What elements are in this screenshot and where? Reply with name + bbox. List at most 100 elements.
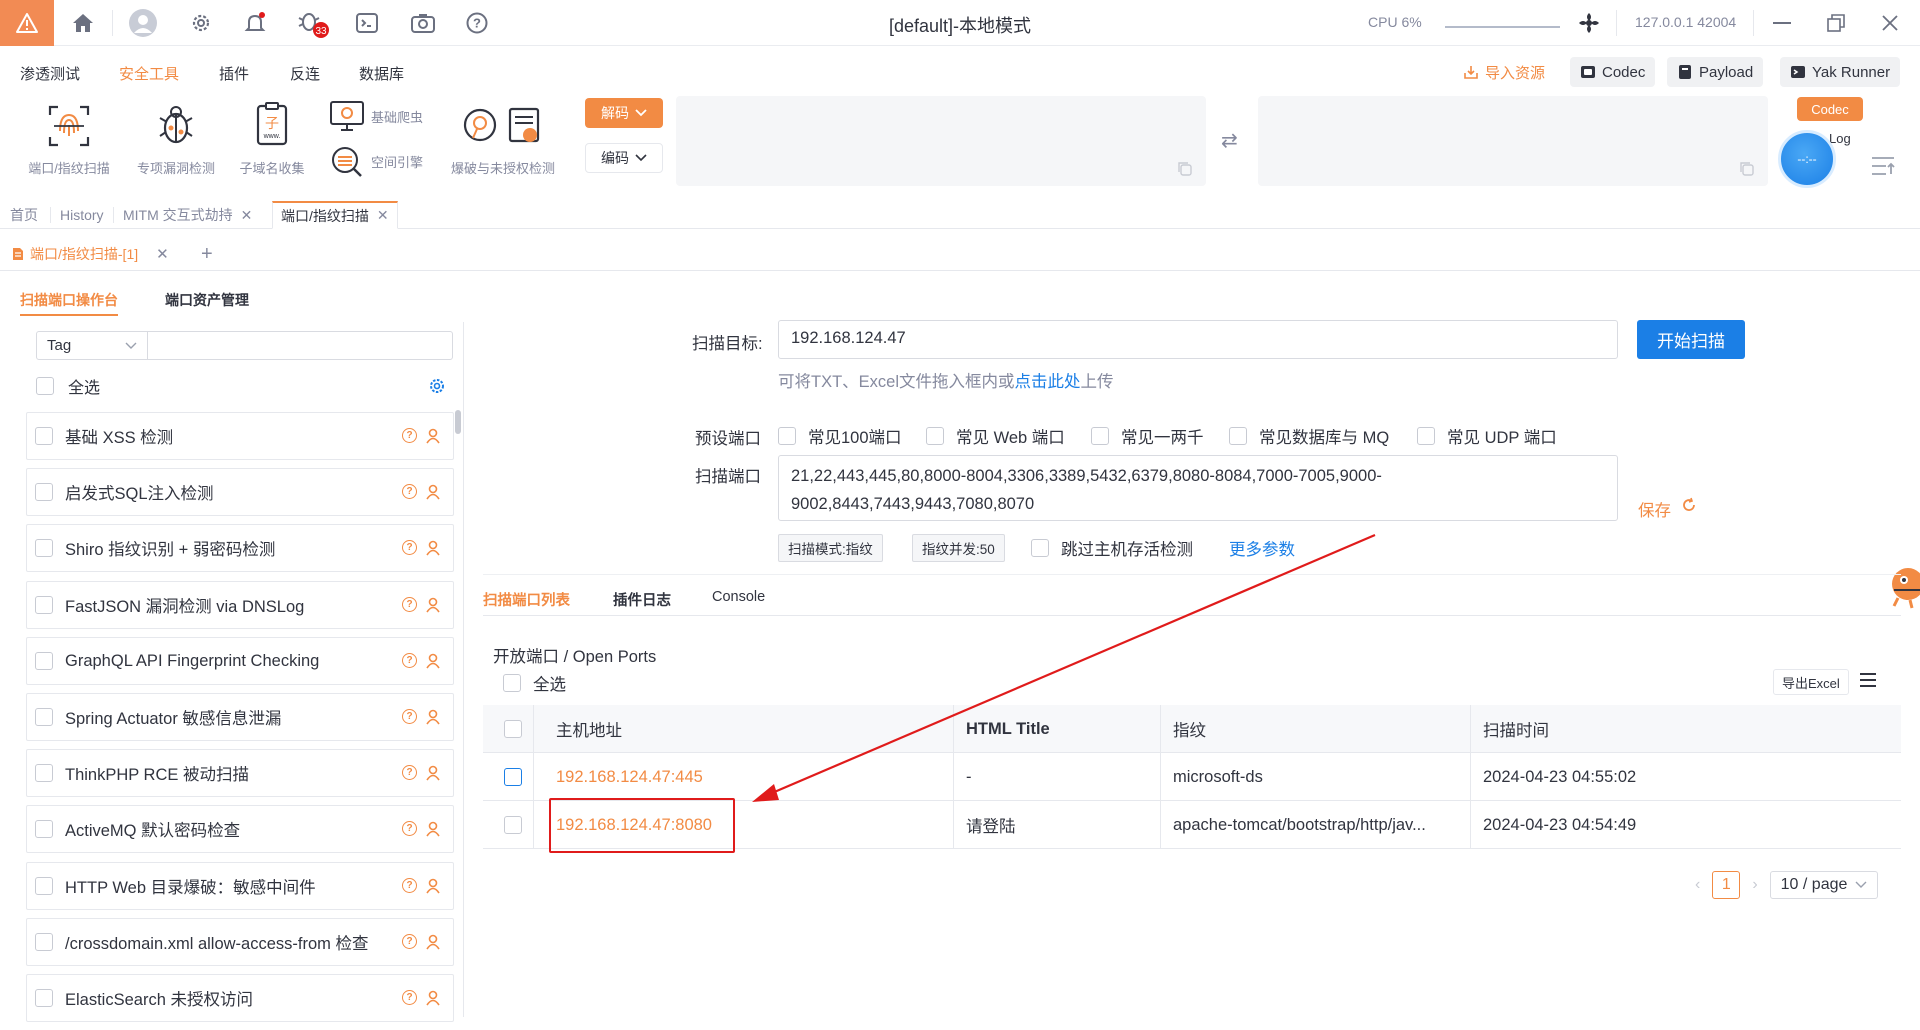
plugin-item[interactable]: Shiro 指纹识别 + 弱密码检测?	[26, 524, 454, 572]
help-icon[interactable]: ?	[402, 540, 417, 555]
payload-button[interactable]: Payload	[1667, 57, 1764, 87]
next-page-icon[interactable]: ›	[1752, 876, 1757, 894]
codec-input-area[interactable]	[676, 96, 1206, 186]
tab-home[interactable]: 首页	[8, 201, 40, 229]
tool-vuln-detect[interactable]: 专项漏洞检测	[126, 98, 226, 177]
checkbox[interactable]	[35, 596, 53, 614]
collapse-list-icon[interactable]	[1870, 155, 1896, 177]
menu-reverse[interactable]: 反连	[290, 63, 320, 84]
cell-host[interactable]: 192.168.124.47:445	[533, 753, 953, 801]
tab-port-scan[interactable]: 端口/指纹扫描 ✕	[272, 201, 398, 229]
copy-icon[interactable]	[1740, 162, 1754, 176]
plugin-item[interactable]: GraphQL API Fingerprint Checking?	[26, 637, 454, 685]
checkbox[interactable]	[35, 427, 53, 445]
tab-mitm[interactable]: MITM 交互式劫持 ✕	[121, 201, 254, 229]
user-icon[interactable]	[425, 709, 441, 725]
help-icon[interactable]: ?	[402, 428, 417, 443]
help-icon[interactable]: ?	[402, 990, 417, 1005]
preset-db-mq[interactable]: 常见数据库与 MQ	[1229, 424, 1389, 448]
user-icon[interactable]	[425, 653, 441, 669]
checkbox[interactable]	[1091, 427, 1109, 445]
close-icon[interactable]: ✕	[241, 207, 253, 224]
col-fingerprint[interactable]: 指纹	[1160, 705, 1470, 753]
checkbox[interactable]	[1417, 427, 1435, 445]
tab-console[interactable]: Console	[712, 589, 765, 605]
start-scan-button[interactable]: 开始扫描	[1637, 320, 1745, 359]
menu-database[interactable]: 数据库	[359, 63, 404, 84]
checkbox[interactable]	[35, 989, 53, 1007]
preset-top100[interactable]: 常见100端口	[778, 424, 902, 448]
refresh-icon[interactable]	[1681, 497, 1697, 513]
user-icon[interactable]	[425, 428, 441, 444]
checkbox[interactable]	[35, 652, 53, 670]
help-icon[interactable]: ?	[402, 653, 417, 668]
menu-security-tools[interactable]: 安全工具	[119, 63, 179, 84]
floating-status-ball[interactable]: --:--	[1778, 130, 1836, 188]
plugin-item[interactable]: HTTP Web 目录爆破：敏感中间件?	[26, 862, 454, 910]
page-number[interactable]: 1	[1712, 871, 1741, 899]
plugin-item[interactable]: FastJSON 漏洞检测 via DNSLog?	[26, 581, 454, 629]
sub-tab-port-scan-1[interactable]: 端口/指纹扫描-[1] ✕	[12, 237, 169, 271]
tab-port-list[interactable]: 扫描端口列表	[483, 589, 570, 610]
decode-dropdown[interactable]: 解码	[585, 98, 663, 128]
restore-icon[interactable]	[1812, 0, 1860, 46]
upload-link[interactable]: 点击此处	[1015, 373, 1081, 391]
encode-dropdown[interactable]: 编码	[585, 143, 663, 173]
checkbox[interactable]	[35, 483, 53, 501]
page-size-select[interactable]: 10 / page	[1769, 871, 1879, 899]
concurrency-tag[interactable]: 指纹并发:50	[912, 534, 1005, 562]
scan-ports-input[interactable]: 21,22,443,445,80,8000-8004,3306,3389,543…	[778, 455, 1618, 521]
gear-icon[interactable]	[428, 377, 446, 395]
checkbox[interactable]	[35, 539, 53, 557]
preset-udp[interactable]: 常见 UDP 端口	[1417, 424, 1557, 448]
tag-select[interactable]: Tag	[36, 331, 148, 360]
swap-icon[interactable]: ⇄	[1221, 128, 1238, 153]
scrollbar[interactable]	[455, 410, 461, 434]
row-checkbox-cell[interactable]	[504, 801, 522, 849]
tool-space-engine[interactable]: 空间引擎	[329, 145, 423, 177]
checkbox[interactable]	[504, 720, 522, 738]
menu-plugins[interactable]: 插件	[219, 63, 249, 84]
close-icon[interactable]	[1866, 0, 1914, 46]
user-icon[interactable]	[425, 765, 441, 781]
row-checkbox-cell[interactable]	[504, 753, 522, 801]
user-icon[interactable]	[425, 597, 441, 613]
minimize-icon[interactable]	[1758, 0, 1806, 46]
plugin-item[interactable]: /crossdomain.xml allow-access-from 检查?	[26, 918, 454, 966]
plugin-item[interactable]: ThinkPHP RCE 被动扫描?	[26, 749, 454, 797]
checkbox[interactable]	[35, 764, 53, 782]
engine-icon[interactable]	[1565, 0, 1613, 46]
plugin-item[interactable]: 基础 XSS 检测?	[26, 412, 454, 460]
checkbox[interactable]	[1229, 427, 1247, 445]
help-icon[interactable]: ?	[402, 821, 417, 836]
close-icon[interactable]: ✕	[156, 245, 169, 263]
header-checkbox-cell[interactable]	[504, 705, 522, 753]
checkbox[interactable]	[504, 768, 522, 786]
yak-runner-button[interactable]: Yak Runner	[1780, 57, 1901, 87]
more-params-link[interactable]: 更多参数	[1229, 536, 1295, 560]
col-html-title[interactable]: HTML Title	[953, 705, 1160, 753]
user-icon[interactable]	[425, 821, 441, 837]
help-icon[interactable]: ?	[402, 484, 417, 499]
menu-icon[interactable]	[1859, 672, 1877, 688]
select-all-results[interactable]: 全选	[503, 671, 566, 695]
tag-search-input[interactable]	[147, 331, 453, 360]
scan-target-input[interactable]: 192.168.124.47	[778, 320, 1618, 359]
save-button[interactable]: 保存	[1638, 497, 1697, 521]
import-resources-button[interactable]: 导入资源	[1453, 57, 1555, 87]
menu-pentest[interactable]: 渗透测试	[20, 63, 80, 84]
preset-web[interactable]: 常见 Web 端口	[926, 424, 1065, 448]
checkbox[interactable]	[35, 820, 53, 838]
tool-port-scan[interactable]: 端口/指纹扫描	[22, 98, 116, 177]
checkbox[interactable]	[1031, 539, 1049, 557]
preset-top1000[interactable]: 常见一两千	[1091, 424, 1204, 448]
close-icon[interactable]: ✕	[377, 207, 389, 224]
plugin-item[interactable]: ElasticSearch 未授权访问?	[26, 974, 454, 1022]
codec-output-area[interactable]	[1258, 96, 1768, 186]
checkbox[interactable]	[504, 816, 522, 834]
user-icon[interactable]	[425, 484, 441, 500]
add-tab-icon[interactable]: +	[201, 243, 213, 266]
user-icon[interactable]	[425, 878, 441, 894]
checkbox[interactable]	[778, 427, 796, 445]
tab-scan-console[interactable]: 扫描端口操作台	[20, 290, 118, 316]
